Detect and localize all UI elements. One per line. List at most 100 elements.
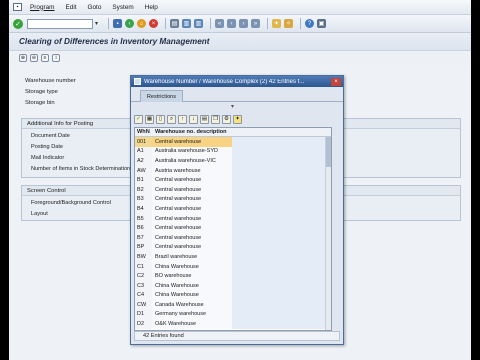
sap-window: ▪ Program Edit Goto System Help ✓ ▾ ▪ ‹ … (9, 0, 471, 360)
cell-empty (232, 271, 331, 281)
document-icon[interactable]: ▯ (156, 114, 165, 124)
menu-system[interactable]: System (112, 4, 133, 11)
back-icon[interactable]: ‹ (125, 19, 135, 28)
command-field[interactable] (27, 18, 93, 29)
cell-empty (232, 223, 331, 233)
menu-program[interactable]: Program (30, 4, 55, 11)
table-row[interactable]: C2 BO warehouse (135, 271, 331, 281)
table-row[interactable]: AW Austria warehouse (135, 165, 331, 176)
table-row[interactable]: D1 Germany warehouse (135, 309, 331, 320)
previous-page-icon[interactable]: ‹ (227, 19, 237, 28)
check-icon[interactable]: ✓ (134, 114, 143, 124)
list-icon[interactable]: ≡ (41, 54, 49, 62)
table-row[interactable]: B3 Central warehouse (135, 194, 331, 205)
cell-warehouse-description: Brazil warehouse (152, 252, 232, 262)
cancel-icon[interactable]: × (149, 19, 159, 28)
cell-warehouse-description: Central warehouse (152, 137, 232, 147)
search-icon[interactable]: ⌕ (167, 114, 176, 124)
funnel-icon[interactable]: ▾ (231, 103, 234, 110)
cell-empty (232, 204, 331, 214)
menu-edit[interactable]: Edit (66, 4, 77, 11)
save-icon[interactable]: ▪ (113, 19, 123, 28)
table-header: WhN Warehouse no. description (135, 128, 331, 137)
sort-descending-icon[interactable]: ↓ (189, 114, 198, 124)
cell-warehouse-description: Germany warehouse (152, 309, 232, 320)
cell-warehouse-code: B4 (135, 204, 152, 214)
value-help-popup: Warehouse Number / Warehouse Complex (2)… (130, 75, 344, 345)
table-row[interactable]: D2 O&K Warehouse (135, 319, 331, 329)
cell-warehouse-code: B6 (135, 223, 152, 233)
find-icon[interactable]: ▥ (182, 19, 192, 28)
standard-toolbar: ✓ ▾ ▪ ‹ ⌂ × ▤ ▥ ▥ « ‹ › » ✦ ✧ ? ▣ (9, 15, 471, 33)
layout-menu-icon[interactable]: ▣ (317, 19, 327, 28)
table-row[interactable]: B6 Central warehouse (135, 223, 331, 233)
cell-empty (232, 261, 331, 272)
cell-warehouse-code: A2 (135, 156, 152, 166)
scrollbar-thumb[interactable] (326, 137, 331, 167)
execute-icon[interactable]: ⊕ (19, 54, 27, 62)
last-page-icon[interactable]: » (251, 19, 261, 28)
table-row[interactable]: B2 Central warehouse (135, 184, 331, 195)
cell-empty (232, 300, 331, 310)
print-icon[interactable]: ▤ (170, 19, 180, 28)
cell-warehouse-description: China Warehouse (152, 261, 232, 272)
shortcut-icon[interactable]: ✧ (284, 19, 294, 28)
table-row[interactable]: A1 Australia warehouse-SYD (135, 146, 331, 157)
grid-icon[interactable]: ▤ (200, 114, 209, 124)
cell-warehouse-description: Australia warehouse-SYD (152, 146, 232, 157)
new-session-icon[interactable]: ✦ (272, 19, 282, 28)
cell-empty (232, 280, 331, 291)
column-header-description[interactable]: Warehouse no. description (152, 129, 331, 135)
exit-icon[interactable]: ⌂ (137, 19, 147, 28)
table-row[interactable]: B4 Central warehouse (135, 204, 331, 214)
table-row[interactable]: BP Central warehouse (135, 242, 331, 253)
next-page-icon[interactable]: › (239, 19, 249, 28)
table-row[interactable]: B7 Central warehouse (135, 232, 331, 243)
tab-restrictions[interactable]: Restrictions (140, 90, 183, 102)
table-body: 001 Central warehouse A1 Australia warehous… (135, 137, 331, 329)
table-row[interactable]: A2 Australia warehouse-VIC (135, 156, 331, 166)
cell-warehouse-description: BO warehouse (152, 271, 232, 281)
table-row[interactable]: 001 Central warehouse (135, 137, 331, 147)
cell-warehouse-description: O&K Warehouse (152, 319, 232, 329)
bulb-icon[interactable]: ✦ (233, 114, 242, 124)
enter-icon[interactable]: ✓ (13, 18, 23, 29)
cell-warehouse-description: China Warehouse (152, 280, 232, 291)
table-row[interactable]: B5 Central warehouse (135, 213, 331, 224)
cell-warehouse-code: D2 (135, 319, 152, 329)
cell-warehouse-description: Australia warehouse-VIC (152, 156, 232, 166)
menu-help[interactable]: Help (145, 4, 158, 11)
vertical-scrollbar[interactable] (325, 137, 331, 330)
table-row[interactable]: BW Brazil warehouse (135, 252, 331, 262)
popup-title: Warehouse Number / Warehouse Complex (2)… (144, 78, 305, 85)
window-icon (134, 78, 141, 85)
cell-warehouse-code: C3 (135, 280, 152, 291)
foreground-background-label: Foreground/Background Control (31, 200, 111, 206)
cell-warehouse-code: B5 (135, 213, 152, 224)
close-icon[interactable]: × (331, 77, 341, 86)
variant-icon[interactable]: ⊖ (30, 54, 38, 62)
find-next-icon[interactable]: ▥ (194, 19, 204, 28)
menu-goto[interactable]: Goto (88, 4, 102, 11)
table-row[interactable]: CW Canada Warehouse (135, 300, 331, 310)
popup-titlebar[interactable]: Warehouse Number / Warehouse Complex (2)… (131, 76, 343, 87)
cell-empty (232, 290, 331, 301)
table-row[interactable]: C1 China Warehouse (135, 261, 331, 272)
sap-menu-icon[interactable]: ▪ (13, 3, 22, 11)
column-header-whn[interactable]: WhN (135, 129, 152, 135)
items-stock-label: Number of Items in Stock Determination (31, 166, 131, 172)
copy-icon[interactable]: ❐ (211, 114, 220, 124)
cell-empty (232, 146, 331, 157)
help-icon[interactable]: ? (305, 19, 315, 28)
table-row[interactable]: C3 China Warehouse (135, 280, 331, 291)
settings-icon[interactable]: ⚙ (222, 114, 231, 124)
first-page-icon[interactable]: « (215, 19, 225, 28)
table-row[interactable]: C4 China Warehouse (135, 290, 331, 301)
cell-empty (232, 184, 331, 195)
cell-warehouse-description: Central warehouse (152, 232, 232, 243)
chevron-down-icon[interactable]: ▾ (95, 20, 98, 27)
table-row[interactable]: B1 Central warehouse (135, 175, 331, 185)
sort-ascending-icon[interactable]: ↑ (178, 114, 187, 124)
info-icon[interactable]: i (52, 54, 60, 62)
table-icon[interactable]: ▦ (145, 114, 154, 124)
